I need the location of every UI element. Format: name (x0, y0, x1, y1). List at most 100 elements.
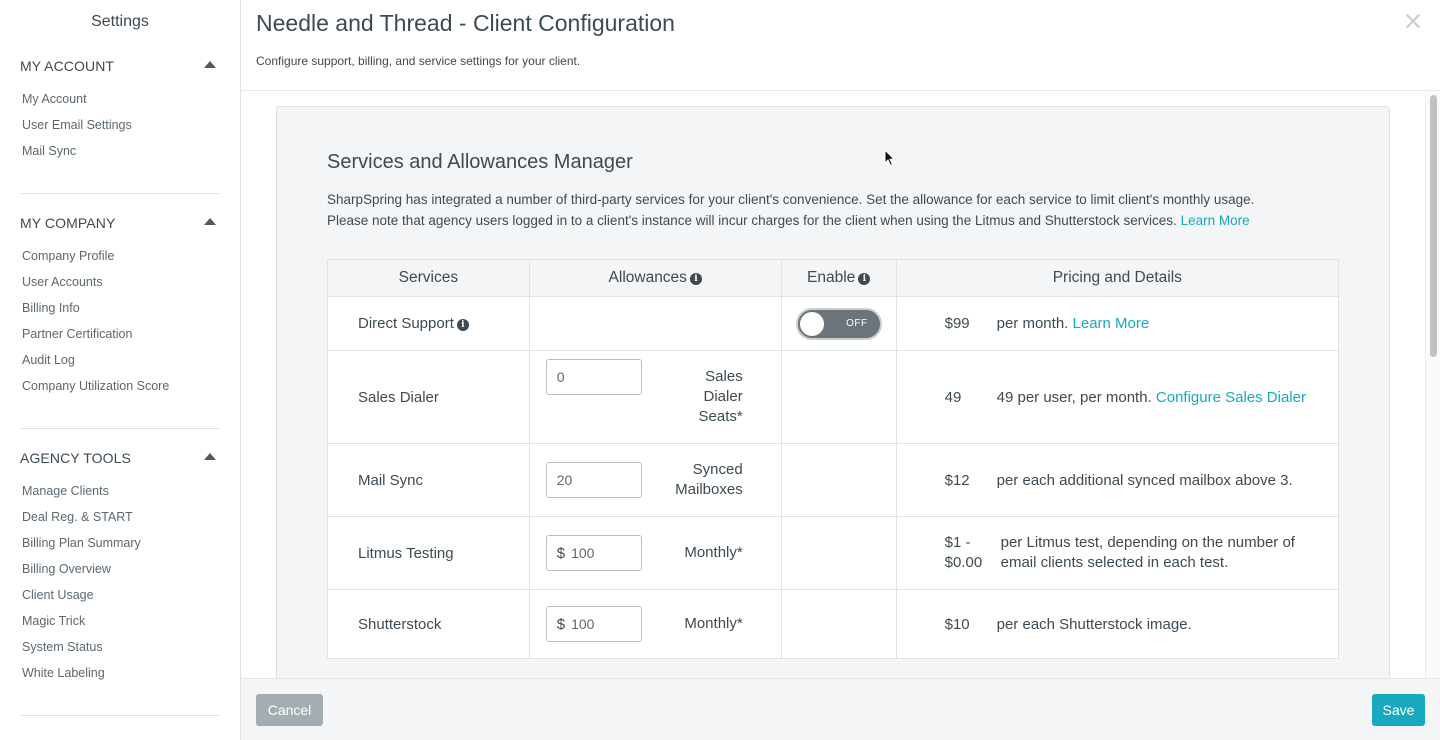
section-my-account: MY ACCOUNT My Account User Email Setting… (20, 58, 220, 169)
litmus-monthly-input[interactable]: $100 (545, 535, 642, 571)
header-label: Enable (807, 269, 856, 286)
settings-sidebar: Settings MY ACCOUNT My Account User Emai… (0, 0, 241, 740)
price-details-text: 49 per user, per month. (996, 388, 1152, 406)
sidebar-item-user-accounts[interactable]: User Accounts (20, 274, 220, 300)
currency-symbol: $ (556, 544, 566, 562)
sidebar-item-partner-certification[interactable]: Partner Certification (20, 326, 220, 352)
service-name: Shutterstock (358, 615, 442, 633)
price-amount: $99 (944, 315, 970, 332)
input-value: 0 (556, 369, 565, 385)
table-row-direct-support: Direct Support i OFF $99 per month. Learn… (327, 296, 1340, 351)
sidebar-item-billing-info[interactable]: Billing Info (20, 300, 220, 326)
enable-cell (780, 589, 897, 659)
section-header-my-account[interactable]: MY ACCOUNT (20, 58, 220, 78)
toggle-knob (799, 311, 824, 336)
price-amount: $1 - $0.00 (944, 534, 983, 571)
configure-sales-dialer-link[interactable]: Configure Sales Dialer (1156, 389, 1306, 406)
caret-up-icon (204, 453, 216, 460)
table-row-sales-dialer: Sales Dialer 0 Sales Dialer Seats* 49 49… (327, 350, 1340, 444)
pricing-cell: 49 49 per user, per month. Configure Sal… (895, 350, 1340, 444)
sidebar-item-audit-log[interactable]: Audit Log (20, 352, 220, 378)
service-cell: Shutterstock (327, 589, 530, 659)
sidebar-title: Settings (91, 13, 149, 30)
panel-title: Services and Allowances Manager (327, 151, 633, 173)
info-icon[interactable]: i (456, 319, 469, 331)
toggle-state-label: OFF (846, 317, 868, 329)
sidebar-item-user-email-settings[interactable]: User Email Settings (20, 117, 220, 143)
service-cell: Sales Dialer (327, 350, 530, 444)
learn-more-link[interactable]: Learn More (1073, 315, 1150, 332)
caret-up-icon (204, 218, 216, 225)
input-value: 20 (556, 472, 573, 488)
pricing-cell: $99 per month. Learn More (895, 296, 1340, 351)
header-label: Pricing and Details (1052, 269, 1182, 286)
allowance-label: Monthly* (684, 544, 743, 561)
price-details: per Litmus test, depending on the number… (1000, 534, 1295, 571)
close-icon[interactable]: × (1398, 5, 1428, 37)
enable-cell (780, 350, 897, 444)
pricing-cell: $1 - $0.00 per Litmus test, depending on… (895, 516, 1340, 590)
service-cell: Direct Support i (327, 296, 530, 351)
learn-more-link[interactable]: Learn More (1181, 213, 1250, 228)
sidebar-divider (20, 193, 220, 194)
section-header-label: MY COMPANY (20, 215, 116, 231)
price-details: per each additional synced mailbox above… (996, 471, 1293, 489)
scrollbar[interactable] (1425, 91, 1440, 678)
sales-dialer-seats-input[interactable]: 0 (545, 359, 642, 395)
page-title: Needle and Thread - Client Configuration (256, 10, 675, 36)
scroll-area: Services and Allowances Manager SharpSpr… (241, 91, 1440, 678)
direct-support-toggle[interactable]: OFF (795, 307, 882, 340)
currency-symbol: $ (556, 615, 566, 633)
info-icon[interactable]: i (858, 273, 871, 285)
synced-mailboxes-input[interactable]: 20 (545, 462, 642, 498)
pricing-cell: $10 per each Shutterstock image. (895, 589, 1340, 659)
service-name: Mail Sync (358, 471, 424, 489)
sidebar-item-system-status[interactable]: System Status (20, 639, 220, 665)
sidebar-divider (20, 715, 220, 716)
cancel-button[interactable]: Cancel (256, 694, 323, 726)
sidebar-item-deal-reg-start[interactable]: Deal Reg. & START (20, 509, 220, 535)
sidebar-item-company-utilization-score[interactable]: Company Utilization Score (20, 378, 220, 404)
table-row-litmus-testing: Litmus Testing $100 Monthly* $1 - $0.00 … (327, 516, 1340, 590)
description-line-1: SharpSpring has integrated a number of t… (327, 192, 1255, 207)
price-details: per each Shutterstock image. (996, 615, 1192, 633)
service-cell: Mail Sync (327, 443, 530, 517)
section-agency-tools: AGENCY TOOLS Manage Clients Deal Reg. & … (20, 450, 220, 691)
service-cell: Litmus Testing (327, 516, 530, 590)
price-amount: $10 (944, 615, 970, 633)
pricing-cell: $12 per each additional synced mailbox a… (895, 443, 1340, 517)
input-value: 100 (571, 616, 595, 632)
service-name: Direct Support (358, 315, 454, 332)
price-details-text: per month. (996, 315, 1069, 332)
info-icon[interactable]: i (689, 273, 702, 285)
sidebar-divider (20, 428, 220, 429)
allowance-cell: $100 Monthly* (528, 516, 782, 590)
sidebar-item-my-account[interactable]: My Account (20, 91, 220, 117)
header-enable: Enable i (780, 259, 897, 297)
panel-description: SharpSpring has integrated a number of t… (327, 189, 1327, 231)
header-label: Services (398, 269, 459, 286)
services-panel: Services and Allowances Manager SharpSpr… (276, 106, 1390, 678)
input-value: 100 (571, 545, 595, 561)
description-line-2: Please note that agency users logged in … (327, 213, 1177, 228)
table-row-shutterstock: Shutterstock $100 Monthly* $10 per each … (327, 589, 1340, 659)
section-header-my-company[interactable]: MY COMPANY (20, 215, 220, 235)
sidebar-item-mail-sync[interactable]: Mail Sync (20, 143, 220, 169)
scrollbar-thumb[interactable] (1430, 95, 1437, 357)
section-header-agency-tools[interactable]: AGENCY TOOLS (20, 450, 220, 470)
enable-cell (780, 516, 897, 590)
section-header-label: MY ACCOUNT (20, 58, 115, 74)
sidebar-item-company-profile[interactable]: Company Profile (20, 248, 220, 274)
sidebar-item-client-usage[interactable]: Client Usage (20, 587, 220, 613)
service-name: Sales Dialer (358, 388, 439, 406)
allowance-cell: 20 Synced Mailboxes (528, 443, 782, 517)
shutterstock-monthly-input[interactable]: $100 (545, 606, 642, 642)
sidebar-item-billing-overview[interactable]: Billing Overview (20, 561, 220, 587)
price-details: per month. Learn More (997, 315, 1338, 332)
sidebar-item-white-labeling[interactable]: White Labeling (20, 665, 220, 691)
sidebar-item-manage-clients[interactable]: Manage Clients (20, 483, 220, 509)
sidebar-item-magic-trick[interactable]: Magic Trick (20, 613, 220, 639)
sidebar-item-billing-plan-summary[interactable]: Billing Plan Summary (20, 535, 220, 561)
save-button[interactable]: Save (1372, 694, 1425, 726)
allowance-label: Synced Mailboxes (675, 461, 743, 498)
